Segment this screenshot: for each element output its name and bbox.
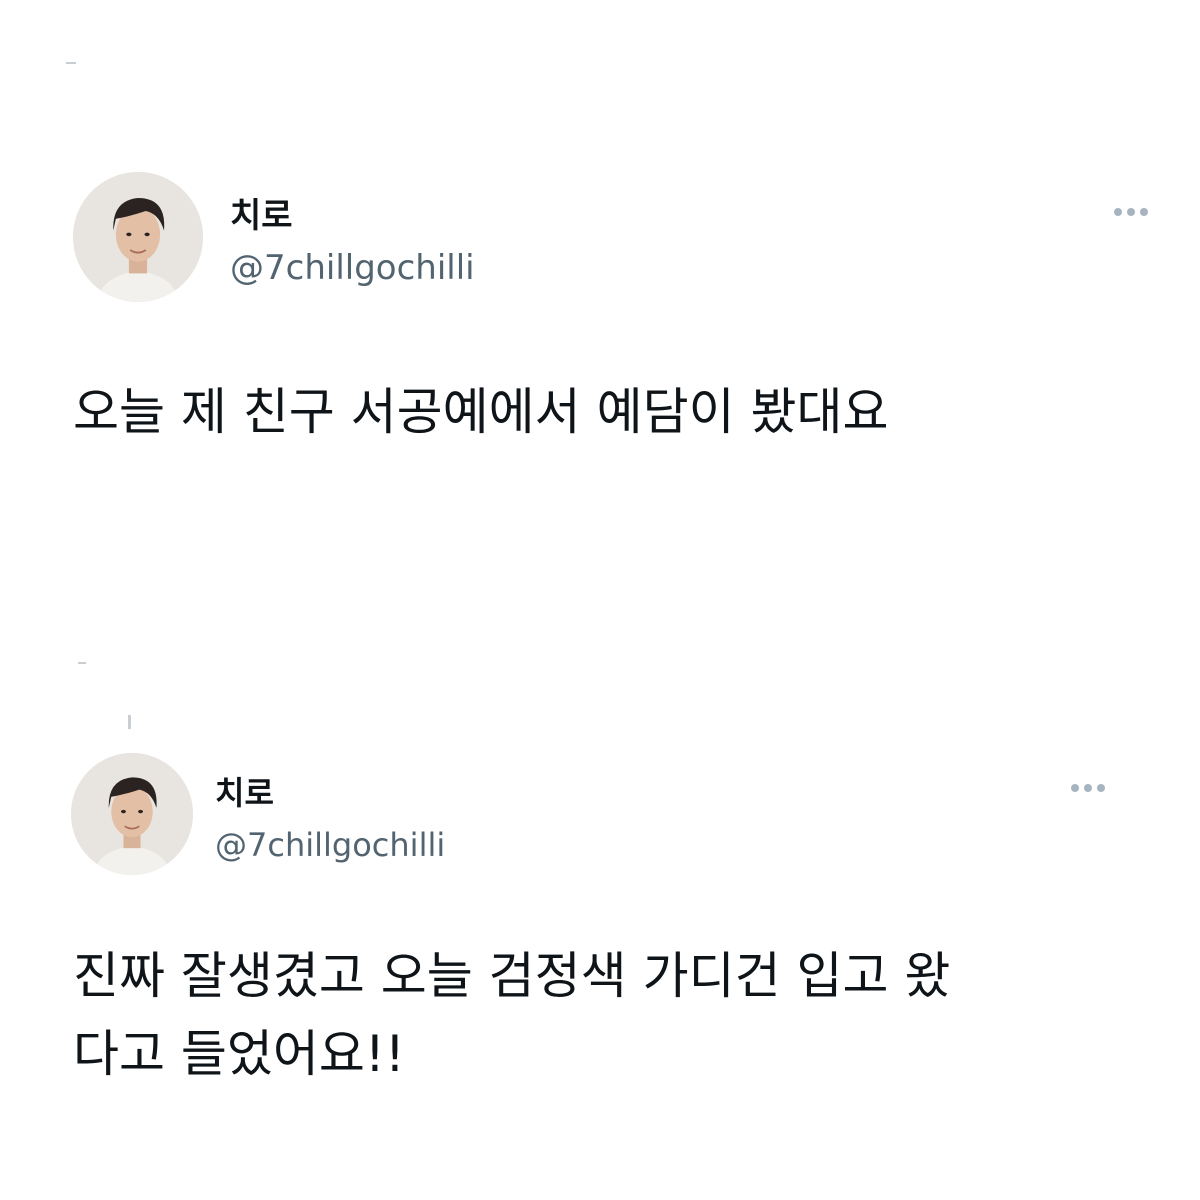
display-name[interactable]: 치로 <box>215 768 274 814</box>
avatar[interactable] <box>73 172 203 302</box>
display-name[interactable]: 치로 <box>230 188 293 237</box>
tweet-text: 오늘 제 친구 서공예에서 예담이 봤대요 <box>73 383 889 441</box>
tweet-card[interactable]: 치로 @7chillgochilli 진짜 잘생겼고 오늘 검정색 가디건 입고… <box>0 600 1200 1200</box>
more-options-button[interactable] <box>1114 208 1148 216</box>
more-options-icon <box>1140 208 1148 216</box>
more-options-icon <box>1127 208 1135 216</box>
more-options-icon <box>1097 784 1105 792</box>
profile-photo-icon <box>71 753 193 875</box>
more-options-icon <box>1071 784 1079 792</box>
tweet-card[interactable]: 치로 @7chillgochilli 오늘 제 친구 서공예에서 예담이 봤대요 <box>0 0 1200 600</box>
profile-photo-icon <box>73 172 203 302</box>
user-handle[interactable]: @7chillgochilli <box>215 826 445 864</box>
more-options-button[interactable] <box>1071 784 1105 792</box>
user-handle[interactable]: @7chillgochilli <box>230 248 475 288</box>
more-options-icon <box>1114 208 1122 216</box>
avatar[interactable] <box>71 753 193 875</box>
tweet-text: 진짜 잘생겼고 오늘 검정색 가디건 입고 왔 다고 들었어요!! <box>73 947 951 1083</box>
more-options-icon <box>1084 784 1092 792</box>
